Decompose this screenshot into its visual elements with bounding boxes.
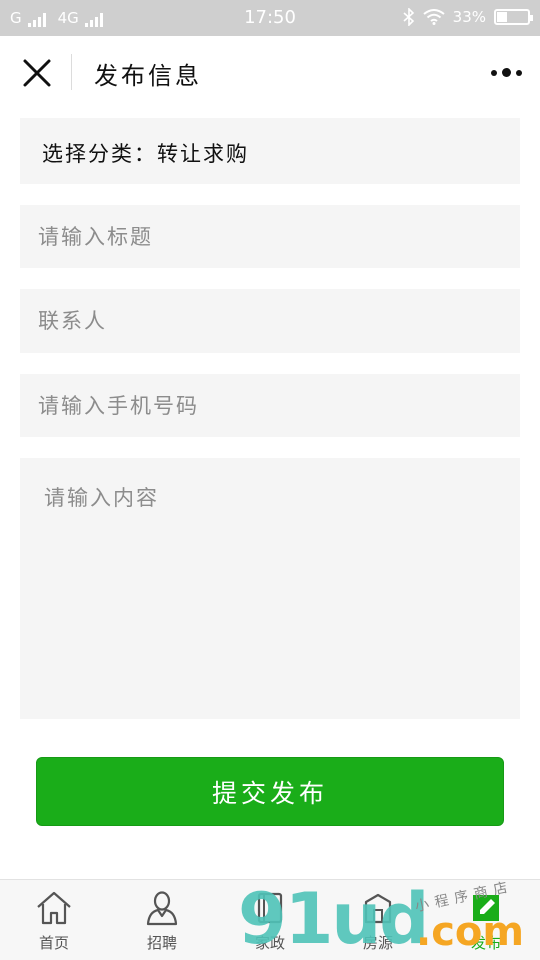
edit-icon: [473, 895, 499, 921]
content-textarea[interactable]: [20, 458, 520, 719]
building-icon: [364, 893, 392, 924]
book-icon: [257, 892, 283, 924]
title-input[interactable]: [20, 205, 520, 268]
category-selector[interactable]: 选择分类：转让求购: [20, 118, 520, 184]
tab-publish[interactable]: 发布: [432, 880, 540, 960]
page-title: 发布信息: [94, 62, 202, 90]
title-field-wrap: [20, 205, 520, 268]
phone-field-wrap: [20, 374, 520, 437]
wifi-icon: [423, 9, 445, 25]
tab-label: 家政: [254, 934, 285, 952]
category-text: 选择分类：转让求购: [42, 138, 249, 168]
user-icon: [146, 891, 178, 926]
tab-housekeeping[interactable]: 家政: [216, 880, 324, 960]
tab-home[interactable]: 首页: [0, 880, 108, 960]
tab-label: 招聘: [146, 934, 177, 952]
tab-label: 发布: [470, 934, 501, 952]
submit-button[interactable]: 提交发布: [36, 757, 504, 826]
tab-housing[interactable]: 房源: [324, 880, 432, 960]
battery-icon: [494, 9, 533, 25]
battery-fill: [497, 12, 507, 22]
home-icon: [37, 891, 71, 925]
battery-percent: 33%: [452, 8, 486, 26]
nav-bar: 发布信息: [0, 36, 540, 110]
nav-divider: [71, 54, 72, 90]
tab-bar: 首页 招聘 家政 房源 发布: [0, 879, 540, 960]
contact-input[interactable]: [20, 289, 520, 353]
bluetooth-icon: [403, 8, 414, 26]
phone-input[interactable]: [20, 374, 520, 437]
content-field-wrap: [20, 458, 520, 719]
status-right: 33%: [403, 8, 533, 26]
category-value: 转让求购: [157, 142, 249, 166]
status-bar: G 4G 17:50 33%: [0, 0, 540, 36]
category-label: 选择分类：: [42, 142, 157, 166]
tab-label: 首页: [38, 934, 69, 952]
contact-field-wrap: [20, 289, 520, 353]
more-menu-icon[interactable]: [491, 68, 522, 77]
tab-label: 房源: [362, 934, 393, 952]
close-icon[interactable]: [22, 58, 52, 88]
tab-jobs[interactable]: 招聘: [108, 880, 216, 960]
